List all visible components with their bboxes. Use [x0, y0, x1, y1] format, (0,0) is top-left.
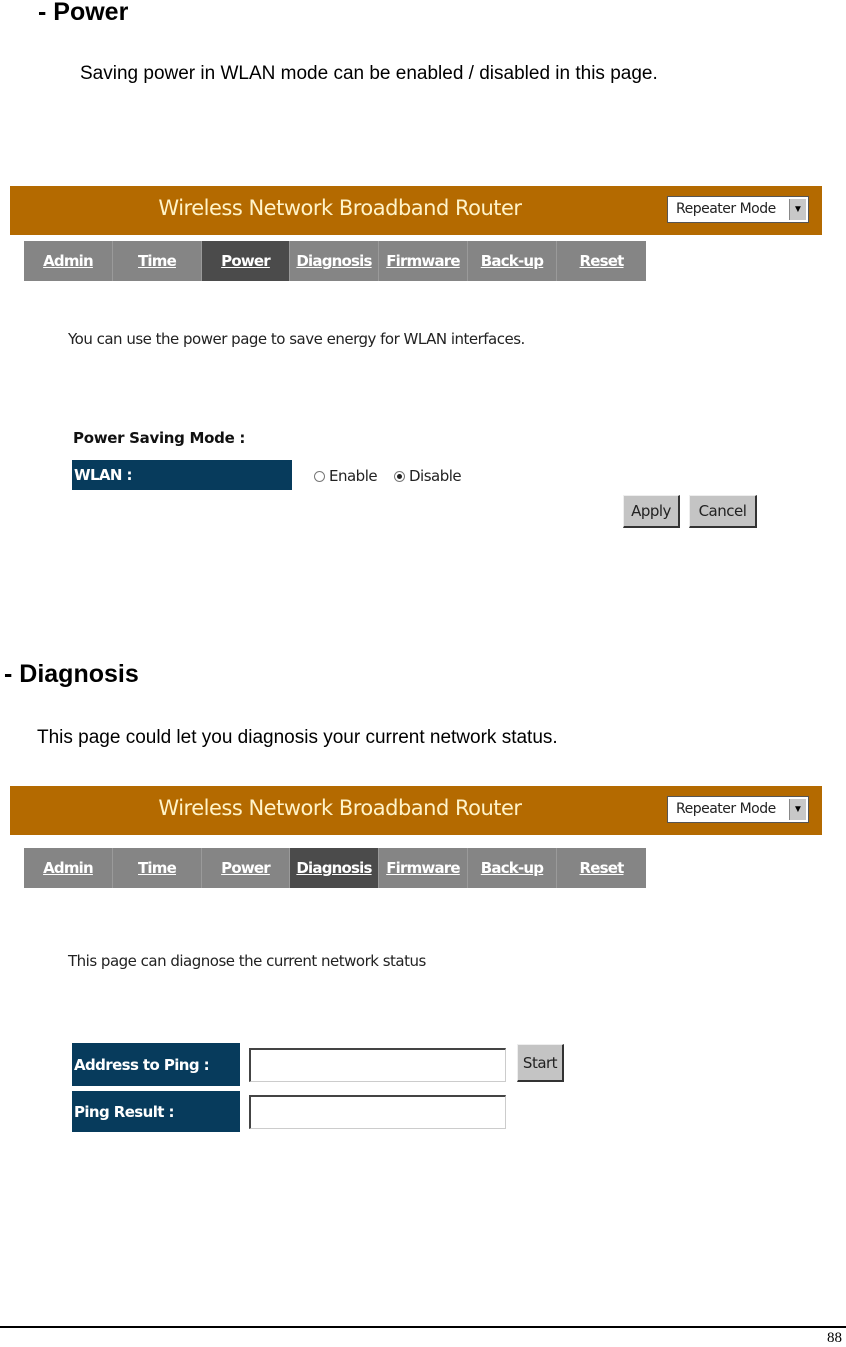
chevron-down-icon[interactable]: ▼: [789, 799, 806, 820]
tab-power[interactable]: Power: [202, 241, 290, 281]
footer-divider: [0, 1326, 846, 1328]
power-saving-mode-label: Power Saving Mode :: [73, 429, 246, 447]
diagnosis-heading: - Diagnosis: [4, 660, 139, 688]
radio-disable[interactable]: Disable: [394, 467, 462, 485]
tab-time[interactable]: Time: [113, 241, 202, 281]
tab-admin[interactable]: Admin: [24, 848, 113, 888]
ping-result-label: Ping Result :: [72, 1091, 240, 1132]
mode-select-value: Repeater Mode: [676, 201, 776, 217]
nav-tabs: Admin Time Power Diagnosis Firmware Back…: [24, 241, 646, 281]
radio-disable-dot[interactable]: [394, 470, 405, 482]
ping-result-field[interactable]: [249, 1095, 506, 1129]
chevron-down-icon[interactable]: ▼: [789, 199, 806, 220]
mode-select-value: Repeater Mode: [676, 801, 776, 817]
router-banner: Wireless Network Broadband Router Repeat…: [10, 186, 822, 235]
tab-backup[interactable]: Back-up: [468, 241, 557, 281]
diagnosis-screenshot: Wireless Network Broadband Router Repeat…: [10, 786, 822, 1146]
banner-title: Wireless Network Broadband Router: [158, 196, 522, 220]
tab-diagnosis[interactable]: Diagnosis: [290, 848, 379, 888]
tab-diagnosis[interactable]: Diagnosis: [290, 241, 379, 281]
power-intro-text: You can use the power page to save energ…: [68, 330, 525, 348]
radio-enable-label: Enable: [329, 467, 378, 485]
address-to-ping-input[interactable]: [249, 1048, 506, 1082]
tab-admin[interactable]: Admin: [24, 241, 113, 281]
tab-time[interactable]: Time: [113, 848, 202, 888]
address-to-ping-label: Address to Ping :: [72, 1043, 240, 1086]
banner-title: Wireless Network Broadband Router: [158, 796, 522, 820]
nav-tabs: Admin Time Power Diagnosis Firmware Back…: [24, 848, 646, 888]
radio-enable[interactable]: Enable: [314, 467, 378, 485]
mode-select[interactable]: Repeater Mode ▼: [667, 196, 809, 223]
radio-enable-dot[interactable]: [314, 470, 325, 482]
tab-reset[interactable]: Reset: [557, 241, 646, 281]
start-button[interactable]: Start: [517, 1044, 564, 1082]
power-heading: - Power: [38, 0, 129, 26]
wlan-label: WLAN :: [72, 460, 292, 490]
tab-reset[interactable]: Reset: [557, 848, 646, 888]
power-description: Saving power in WLAN mode can be enabled…: [80, 63, 658, 84]
tab-backup[interactable]: Back-up: [468, 848, 557, 888]
radio-disable-label: Disable: [409, 467, 462, 485]
diagnosis-intro-text: This page can diagnose the current netwo…: [68, 952, 426, 970]
mode-select[interactable]: Repeater Mode ▼: [667, 796, 809, 823]
tab-firmware[interactable]: Firmware: [379, 241, 468, 281]
cancel-button[interactable]: Cancel: [689, 495, 757, 528]
tab-firmware[interactable]: Firmware: [379, 848, 468, 888]
apply-button[interactable]: Apply: [623, 495, 680, 528]
power-screenshot: Wireless Network Broadband Router Repeat…: [10, 186, 822, 546]
tab-power[interactable]: Power: [202, 848, 290, 888]
page-number: 88: [827, 1330, 842, 1346]
router-banner: Wireless Network Broadband Router Repeat…: [10, 786, 822, 835]
diagnosis-description: This page could let you diagnosis your c…: [37, 727, 558, 748]
